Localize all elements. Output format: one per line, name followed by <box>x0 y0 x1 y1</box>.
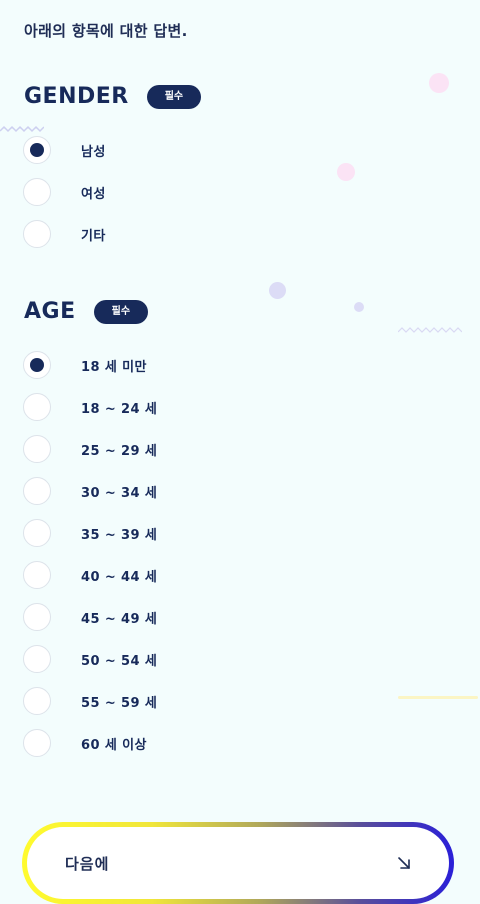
decorative-lavender-circle <box>354 302 364 312</box>
radio-button[interactable] <box>23 519 51 547</box>
decorative-yellow-line <box>398 696 478 699</box>
next-button-label: 다음에 <box>65 854 110 873</box>
gender-option-female[interactable]: 여성 <box>23 178 106 206</box>
radio-button[interactable] <box>23 561 51 589</box>
option-label: 18 세 미만 <box>81 359 147 375</box>
age-option-50-54[interactable]: 50 ~ 54 세 <box>23 645 157 673</box>
radio-button[interactable] <box>23 220 51 248</box>
required-badge: 필수 <box>93 299 149 324</box>
option-label: 55 ~ 59 세 <box>81 695 158 711</box>
option-label: 여성 <box>81 186 106 202</box>
radio-button[interactable] <box>23 729 51 757</box>
age-option-25-29[interactable]: 25 ~ 29 세 <box>23 435 157 463</box>
decorative-lavender-circle <box>269 282 286 299</box>
age-option-30-34[interactable]: 30 ~ 34 세 <box>23 477 157 505</box>
age-option-under-18[interactable]: 18 세 미만 <box>23 351 157 379</box>
gender-section-header: GENDER 필수 <box>24 84 202 109</box>
radio-selected-dot <box>30 358 44 372</box>
radio-button[interactable] <box>23 687 51 715</box>
gender-options: 남성 여성 기타 <box>23 136 106 248</box>
radio-button[interactable] <box>23 477 51 505</box>
decorative-zigzag <box>398 327 462 333</box>
decorative-pink-circle <box>429 73 449 93</box>
intro-text: 아래의 항목에 대한 답변. <box>24 22 188 40</box>
option-label: 40 ~ 44 세 <box>81 569 158 585</box>
decorative-pink-circle <box>337 163 355 181</box>
age-options: 18 세 미만 18 ~ 24 세 25 ~ 29 세 30 ~ 34 세 35… <box>23 351 157 757</box>
radio-button[interactable] <box>23 393 51 421</box>
age-option-40-44[interactable]: 40 ~ 44 세 <box>23 561 157 589</box>
radio-selected-dot <box>30 143 44 157</box>
gender-section-title: GENDER <box>24 84 129 109</box>
required-badge: 필수 <box>146 84 202 109</box>
age-option-35-39[interactable]: 35 ~ 39 세 <box>23 519 157 547</box>
option-label: 남성 <box>81 144 106 160</box>
radio-button[interactable] <box>23 645 51 673</box>
next-button[interactable]: 다음에 <box>22 822 454 904</box>
gender-option-male[interactable]: 남성 <box>23 136 106 164</box>
option-label: 45 ~ 49 세 <box>81 611 158 627</box>
radio-button[interactable] <box>23 603 51 631</box>
radio-button[interactable] <box>23 351 51 379</box>
option-label: 60 세 이상 <box>81 737 147 753</box>
age-option-18-24[interactable]: 18 ~ 24 세 <box>23 393 157 421</box>
option-label: 18 ~ 24 세 <box>81 401 158 417</box>
age-option-60-plus[interactable]: 60 세 이상 <box>23 729 157 757</box>
age-option-45-49[interactable]: 45 ~ 49 세 <box>23 603 157 631</box>
radio-button[interactable] <box>23 178 51 206</box>
decorative-zigzag <box>0 125 44 133</box>
gender-option-other[interactable]: 기타 <box>23 220 106 248</box>
age-section-header: AGE 필수 <box>24 299 149 324</box>
radio-button[interactable] <box>23 136 51 164</box>
arrow-down-right-icon <box>398 857 410 869</box>
option-label: 30 ~ 34 세 <box>81 485 158 501</box>
option-label: 25 ~ 29 세 <box>81 443 158 459</box>
radio-button[interactable] <box>23 435 51 463</box>
age-section-title: AGE <box>24 299 76 324</box>
age-option-55-59[interactable]: 55 ~ 59 세 <box>23 687 157 715</box>
option-label: 35 ~ 39 세 <box>81 527 158 543</box>
option-label: 기타 <box>81 228 106 244</box>
option-label: 50 ~ 54 세 <box>81 653 158 669</box>
